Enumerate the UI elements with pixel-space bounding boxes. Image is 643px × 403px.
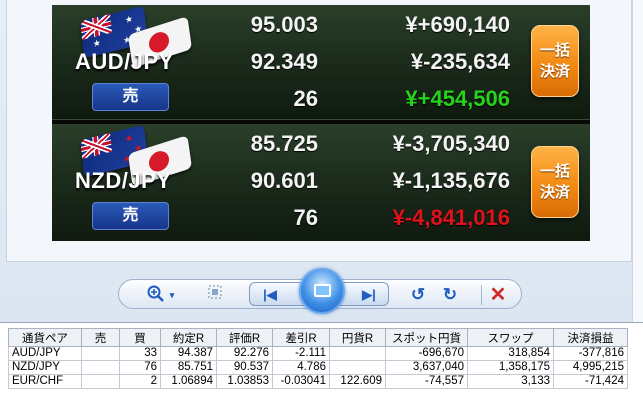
pl-mid: ¥-1,135,676 [392,168,510,193]
table-row[interactable]: NZD/JPY 76 85.751 90.537 4.786 3,637,040… [8,360,628,375]
header-buy[interactable]: 買 [119,328,161,347]
rotate-left-icon[interactable]: ↺ [407,284,429,306]
cell-pair: AUD/JPY [8,346,82,361]
pair-name: NZD/JPY [75,168,172,193]
pl-top: ¥-3,705,340 [392,131,510,156]
cell-spot-yen: 3,637,040 [385,360,468,375]
positions-table-area: 通貨ペア 売 買 約定R 評価R 差引R 円貨R スポット円貨 スワップ 決済損… [0,322,643,403]
right-edge-panel [632,0,643,322]
cell-buy: 2 [119,374,161,389]
cell-swap: 318,854 [467,346,554,361]
sell-side-button[interactable]: 売 [92,83,169,111]
image-viewer: ★ ★ ★ ★ AUD/JPY 売 95.003 92.349 26 ¥+690… [0,0,643,322]
table-row[interactable]: EUR/CHF 2 1.06894 1.03853 -0.03041 122.6… [8,374,628,389]
header-swap[interactable]: スワップ [467,328,554,347]
cell-sell [81,360,120,375]
cell-buy: 33 [119,346,161,361]
bulk-settle-button[interactable]: 一括 決済 [531,25,579,97]
next-icon[interactable]: ▶| [358,284,380,306]
position-panel-aud-jpy: ★ ★ ★ ★ AUD/JPY 売 95.003 92.349 26 ¥+690… [52,5,590,119]
cell-valuation-rate: 92.276 [216,346,273,361]
position-panel-nzd-jpy: ★ ★ ★ NZD/JPY 売 85.725 90.601 76 ¥-3,705… [52,124,590,241]
cell-spot-yen: -74,557 [385,374,468,389]
delete-icon[interactable]: ✕ [487,284,509,306]
pl-total: ¥+454,506 [405,86,510,111]
header-pair[interactable]: 通貨ペア [8,328,82,347]
settle-label-line1: 一括 [539,42,570,59]
cell-contract-rate: 1.06894 [160,374,217,389]
cell-settlement-pl: -377,816 [553,346,628,361]
rotate-right-icon[interactable]: ↻ [439,284,461,306]
cell-diff-rate: 4.786 [272,360,330,375]
cell-pair: EUR/CHF [8,374,82,389]
sell-side-button[interactable]: 売 [92,202,169,230]
zoom-in-icon[interactable] [145,284,167,306]
rate-top: 95.003 [250,12,318,37]
trading-app-screenshot: ★ ★ ★ ★ AUD/JPY 売 95.003 92.349 26 ¥+690… [52,5,590,241]
pl-mid: ¥-235,634 [410,49,510,74]
slideshow-icon[interactable] [299,268,345,314]
pair-name: AUD/JPY [75,49,174,74]
cell-diff-rate: -2.111 [272,346,330,361]
settle-label-line1: 一括 [539,163,570,180]
bulk-settle-button[interactable]: 一括 決済 [531,146,579,218]
pl-total: ¥-4,841,016 [392,205,510,230]
cell-sell [81,374,120,389]
header-spot-yen[interactable]: スポット円貨 [385,328,468,347]
header-valuation-rate[interactable]: 評価R [216,328,273,347]
previous-icon[interactable]: |◀ [260,284,280,306]
positions-table: 通貨ペア 売 買 約定R 評価R 差引R 円貨R スポット円貨 スワップ 決済損… [8,328,628,389]
actual-size-icon[interactable] [205,284,225,306]
cell-diff-rate: -0.03041 [272,374,330,389]
position-quantity: 76 [293,205,318,230]
cell-spot-yen: -696,670 [385,346,468,361]
cell-yen-rate [329,346,386,361]
toolbar-divider [481,285,482,305]
cell-contract-rate: 85.751 [160,360,217,375]
cell-pair: NZD/JPY [8,360,82,375]
rate-mid: 90.601 [250,168,318,193]
cell-yen-rate: 122.609 [329,374,386,389]
header-diff-rate[interactable]: 差引R [272,328,330,347]
header-settlement-pl[interactable]: 決済損益 [553,328,628,347]
pl-top: ¥+690,140 [405,12,510,37]
header-sell[interactable]: 売 [81,328,120,347]
cell-valuation-rate: 90.537 [216,360,273,375]
rate-top: 85.725 [250,131,318,156]
table-header-row: 通貨ペア 売 買 約定R 評価R 差引R 円貨R スポット円貨 スワップ 決済損… [8,328,628,347]
settle-label-line2: 決済 [539,184,570,201]
position-quantity: 26 [293,86,318,111]
header-yen-rate[interactable]: 円貨R [329,328,386,347]
cell-valuation-rate: 1.03853 [216,374,273,389]
settle-label-line2: 決済 [539,63,570,80]
cell-swap: 3,133 [467,374,554,389]
viewer-toolbar: ▾ |◀ ▶| ↺ ↻ ✕ [118,268,522,314]
header-contract-rate[interactable]: 約定R [160,328,217,347]
cell-swap: 1,358,175 [467,360,554,375]
rate-mid: 92.349 [250,49,318,74]
cell-settlement-pl: 4,995,215 [553,360,628,375]
cell-settlement-pl: -71,424 [553,374,628,389]
table-row[interactable]: AUD/JPY 33 94.387 92.276 -2.111 -696,670… [8,346,628,361]
cell-yen-rate [329,360,386,375]
chevron-down-icon[interactable]: ▾ [167,284,177,306]
cell-contract-rate: 94.387 [160,346,217,361]
cell-buy: 76 [119,360,161,375]
cell-sell [81,346,120,361]
